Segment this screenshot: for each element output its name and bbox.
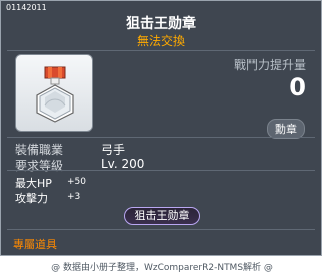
- job-label: 裝備職業: [15, 143, 64, 157]
- exclusive-label: 專屬道具: [13, 238, 57, 251]
- item-name-pill: 狙击王勋章: [124, 207, 200, 225]
- stat-label-attack: 攻擊力: [15, 192, 48, 205]
- stat-label-hp: 最大HP: [15, 177, 52, 190]
- stat-value-attack: +3: [67, 192, 81, 202]
- stat-value-hp: +50: [67, 177, 86, 187]
- level-label: 要求等級: [15, 159, 64, 173]
- job-value: 弓手: [101, 143, 126, 157]
- medal-badge: 勳章: [267, 119, 305, 139]
- power-value: 0: [289, 73, 306, 101]
- item-icon-frame: [15, 54, 93, 132]
- stats-divider: [7, 170, 315, 171]
- medal-icon: [36, 66, 74, 123]
- item-id: 01142011: [6, 3, 47, 12]
- untradeable-label: 無法交換: [136, 34, 185, 48]
- item-title: 狙击王勋章: [126, 16, 196, 32]
- level-value: Lv. 200: [101, 157, 145, 171]
- bottom-divider: [7, 229, 315, 230]
- item-tooltip: 01142011 狙击王勋章 無法交換 戰鬥力提升量 0 勳章 裝備職業 弓手 …: [0, 0, 322, 256]
- middle-divider: [7, 137, 315, 138]
- power-label: 戰鬥力提升量: [233, 58, 306, 72]
- footer-credit: @ 数据由小册子整理，WzComparerR2-NTMS解析 @: [51, 263, 273, 273]
- top-divider: [7, 50, 315, 51]
